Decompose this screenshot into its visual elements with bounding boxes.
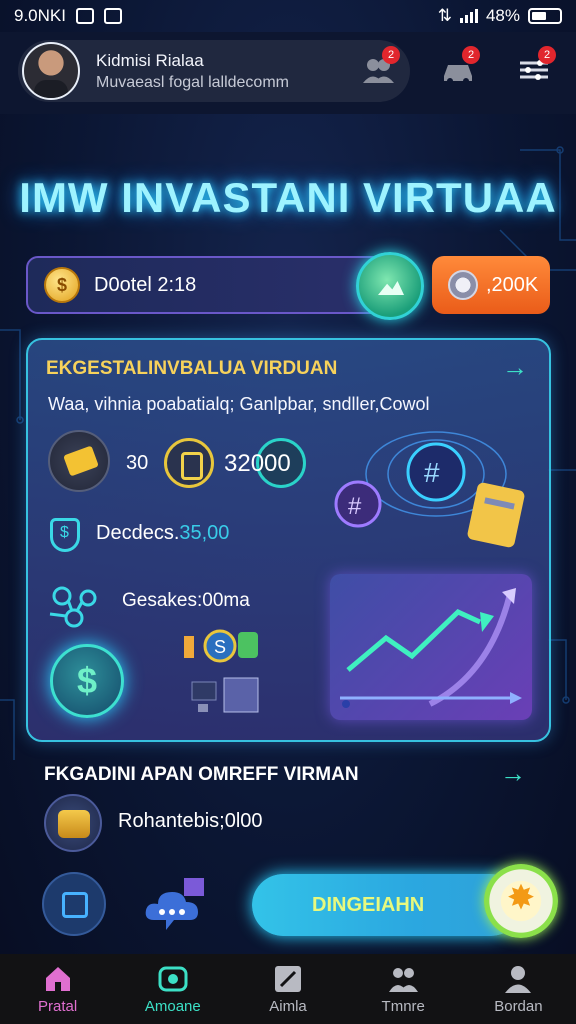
cart-button[interactable]: 2 xyxy=(438,46,480,90)
wifi-icon: ⇅ xyxy=(437,6,452,25)
app-header: Kidmisi Rialaa Muvaeasl fogal lalldecomm… xyxy=(0,32,576,114)
balance-value: D0otel 2:18 xyxy=(94,273,197,296)
svg-text:#: # xyxy=(424,457,440,488)
bottom-nav: Pratal Amoane Aimla Tmnre Bordan xyxy=(0,954,576,1024)
status-time: 9.0NKI xyxy=(14,6,66,25)
chips-value: ,200K xyxy=(486,273,539,296)
value-30: 30 xyxy=(126,452,149,474)
settings-button[interactable]: 2 xyxy=(514,46,556,90)
edit-icon xyxy=(275,965,301,992)
cta-label: DINGEIAHN xyxy=(312,893,425,916)
card-title: EKGESTALINVBALUA VIRDUAN xyxy=(46,358,338,379)
chips-button[interactable]: ,200K xyxy=(432,256,550,314)
section-title: FKGADINI APAN OMREFF VIRMAN xyxy=(44,764,359,785)
svg-text:S: S xyxy=(214,637,226,657)
tab-group[interactable]: Tmnre xyxy=(346,954,461,1024)
tab-profile[interactable]: Bordan xyxy=(461,954,576,1024)
signal-icon xyxy=(459,9,478,23)
coins-stack-icon: S xyxy=(184,629,258,663)
svg-text:#: # xyxy=(348,493,362,520)
chip-icon xyxy=(448,270,478,300)
star-icon[interactable] xyxy=(484,864,558,938)
person-icon xyxy=(505,965,532,993)
card-subtitle: Waa, vihnia poabatialq; Ganlpbar, sndlle… xyxy=(48,394,430,414)
tab-label: Bordan xyxy=(494,997,543,1015)
decedes-value: 35,00 xyxy=(179,522,230,544)
decedes-label: Decdecs. xyxy=(96,522,180,544)
tab-home[interactable]: Pratal xyxy=(0,954,115,1024)
edit-icon xyxy=(62,892,88,918)
arrow-right-icon[interactable]: → xyxy=(500,758,526,789)
tab-label: Pratal xyxy=(38,997,78,1015)
tab-label: Tmnre xyxy=(381,997,425,1015)
profile-name: Kidmisi Rialaa xyxy=(96,50,204,70)
mountain-icon xyxy=(378,281,404,295)
avatar xyxy=(22,42,80,100)
arrow-right-icon[interactable]: → xyxy=(502,352,528,383)
home-icon xyxy=(45,966,70,991)
coins-icon xyxy=(44,794,102,852)
investment-card[interactable]: EKGESTALINVBALUA VIRDUAN → Waa, vihnia p… xyxy=(26,338,551,742)
notification-badge: 2 xyxy=(538,46,556,64)
battery-percent: 48% xyxy=(485,6,520,25)
network-icon xyxy=(49,586,97,628)
tab-label: Amoane xyxy=(144,997,201,1015)
mountain-button[interactable] xyxy=(356,252,424,320)
value-32000: 32000 xyxy=(224,450,291,477)
notification-icon xyxy=(75,8,94,24)
notification-badge: 2 xyxy=(462,46,480,64)
primary-cta-button[interactable]: DINGEIAHN xyxy=(252,874,522,936)
shield-icon xyxy=(50,518,80,552)
camera-icon xyxy=(158,966,188,991)
cloud-chat-button[interactable] xyxy=(144,874,206,934)
tag-icon[interactable] xyxy=(48,430,110,492)
balance-bar[interactable]: $ D0otel 2:18 xyxy=(26,256,402,314)
profile-email: Muvaeasl fogal lalldecomm xyxy=(96,73,289,91)
blocks-icon xyxy=(191,677,259,713)
status-bar: 9.0NKI ⇅ 48% xyxy=(0,0,576,32)
profile-card[interactable]: Kidmisi Rialaa Muvaeasl fogal lalldecomm xyxy=(18,40,410,102)
section-item: Rohantebis;0l00 xyxy=(118,810,263,832)
gesakes-label: Gesakes:00ma xyxy=(122,590,250,611)
decedes-row: Decdecs.35,00 xyxy=(96,522,229,545)
growth-chart-icon xyxy=(330,574,532,720)
gold-coin-icon[interactable] xyxy=(164,438,214,488)
tab-edit[interactable]: Aimla xyxy=(230,954,345,1024)
group-icon xyxy=(389,967,419,992)
battery-icon xyxy=(528,8,562,24)
tab-camera[interactable]: Amoane xyxy=(115,954,230,1024)
crypto-orbit-icon: # # xyxy=(334,431,525,548)
friends-button[interactable]: 2 xyxy=(358,46,400,90)
edit-button[interactable] xyxy=(42,872,106,936)
dollar-button[interactable]: $ xyxy=(50,644,124,718)
home-status-icon xyxy=(103,8,122,24)
tab-label: Aimla xyxy=(269,997,307,1015)
page-title: IMW INVASTANI VIRTUAA xyxy=(19,174,557,221)
notification-badge: 2 xyxy=(382,46,400,64)
coin-icon: $ xyxy=(44,267,80,303)
